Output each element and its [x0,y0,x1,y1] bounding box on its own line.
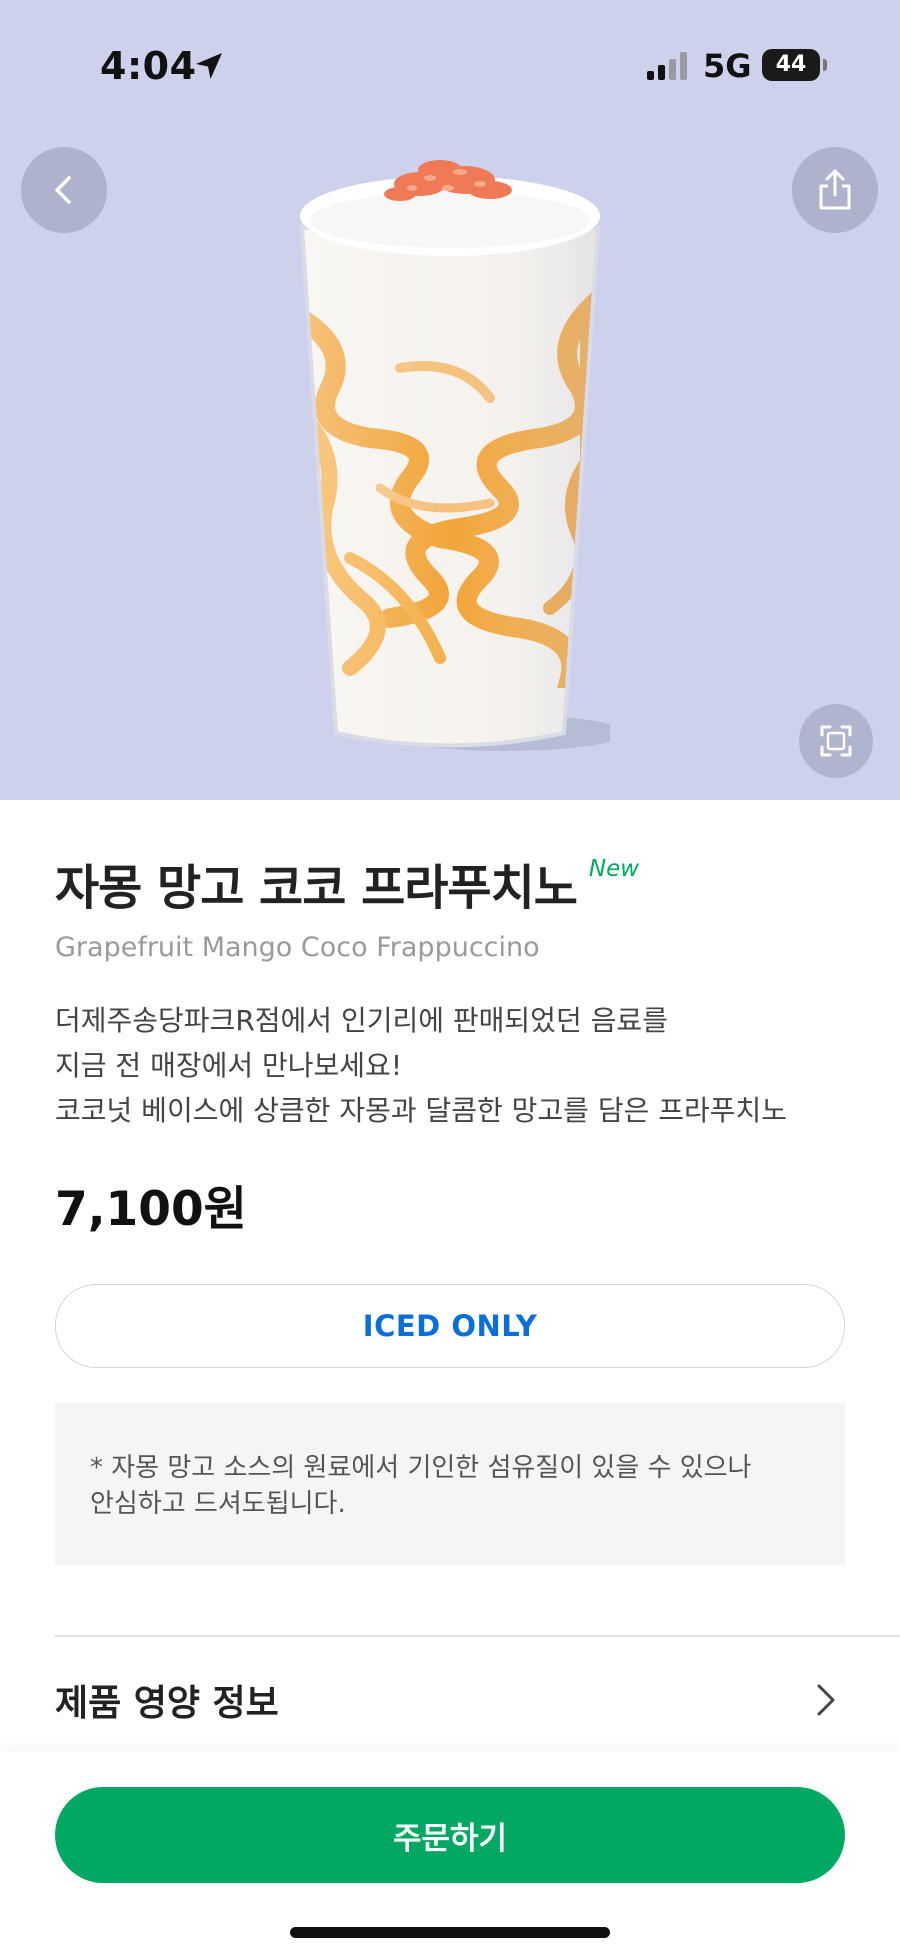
product-hero: 4:04 5G 44 [0,0,900,800]
home-indicator [290,1927,610,1938]
product-english-name: Grapefruit Mango Coco Frappuccino [55,932,540,963]
chevron-right-icon [817,1684,835,1716]
product-image [290,158,625,762]
notice-box: * 자몽 망고 소스의 원료에서 기인한 섬유질이 있을 수 있으나 안심하고 … [55,1403,845,1565]
product-price: 7,100원 [55,1182,247,1237]
location-arrow-icon [193,50,225,86]
divider [55,1635,900,1637]
product-description: 더제주송당파크R점에서 인기리에 판매되었던 음료를 지금 전 매장에서 만나보… [55,998,855,1133]
temperature-option: ICED ONLY [55,1284,845,1368]
description-line: 지금 전 매장에서 만나보세요! [55,1049,403,1082]
nutrition-info-row[interactable]: 제품 영양 정보 [55,1650,845,1750]
status-time: 4:04 [100,44,197,88]
nutrition-info-label: 제품 영양 정보 [55,1683,279,1724]
order-button[interactable]: 주문하기 [55,1787,845,1883]
title-row: 자몽 망고 코코 프라푸치노 New [55,848,639,918]
chevron-left-icon [55,176,71,204]
notice-line: * 자몽 망고 소스의 원료에서 기인한 섬유질이 있을 수 있으나 [90,1453,752,1483]
notice-line: 안심하고 드셔도됩니다. [90,1489,346,1519]
description-line: 더제주송당파크R점에서 인기리에 판매되었던 음료를 [55,1004,668,1037]
status-bar: 4:04 5G 44 [0,0,900,130]
battery-level: 44 [775,52,807,77]
back-button[interactable] [21,147,107,233]
description-line: 코코넛 베이스에 상큼한 자몽과 달콤한 망고를 담은 프라푸치노 [55,1094,788,1127]
fullscreen-button[interactable] [799,704,873,778]
bottom-action-bar: 주문하기 [0,1752,900,1951]
network-type: 5G [703,47,752,85]
battery-tip [823,59,827,71]
new-badge: New [588,856,640,882]
cellular-signal-icon [645,51,691,85]
fullscreen-icon [820,725,852,757]
share-icon [819,169,851,210]
share-button[interactable] [792,147,878,233]
product-name: 자몽 망고 코코 프라푸치노 [55,860,578,916]
